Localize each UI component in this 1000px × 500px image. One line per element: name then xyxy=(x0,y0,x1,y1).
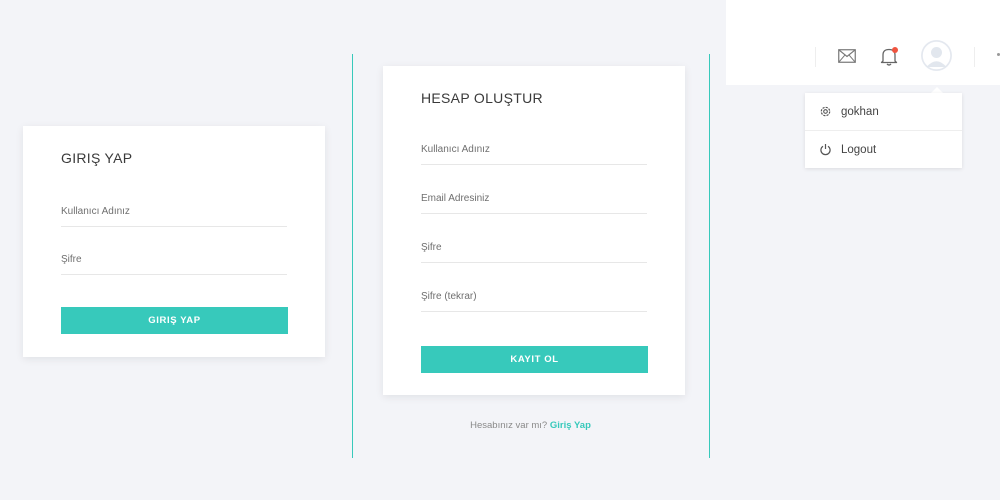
register-left-border xyxy=(352,54,353,458)
power-icon xyxy=(818,143,832,157)
login-password-input[interactable] xyxy=(61,248,287,270)
topbar-separator xyxy=(815,47,816,67)
register-email-input[interactable] xyxy=(421,187,647,209)
dropdown-item-logout[interactable]: Logout xyxy=(805,131,962,168)
register-password-field[interactable] xyxy=(421,236,647,263)
dropdown-item-label: Logout xyxy=(841,143,877,156)
topbar-separator-right xyxy=(974,47,975,67)
register-password-repeat-input[interactable] xyxy=(421,285,647,307)
login-password-field[interactable] xyxy=(61,248,287,275)
avatar[interactable] xyxy=(921,40,952,71)
dropdown-item-label: gokhan xyxy=(841,105,879,118)
login-username-input[interactable] xyxy=(61,200,287,222)
register-right-border xyxy=(709,54,710,458)
register-footer-text: Hesabınız var mı? xyxy=(470,420,548,431)
register-footer: Hesabınız var mı? Giriş Yap xyxy=(352,420,709,431)
register-username-field[interactable] xyxy=(421,138,647,165)
login-username-field[interactable] xyxy=(61,200,287,227)
login-link[interactable]: Giriş Yap xyxy=(550,420,591,431)
user-dropdown: gokhan Logout xyxy=(805,93,962,168)
login-card: GIRIŞ YAP GIRIŞ YAP xyxy=(23,126,325,357)
register-email-field[interactable] xyxy=(421,187,647,214)
topbar xyxy=(726,0,1000,85)
register-username-input[interactable] xyxy=(421,138,647,160)
login-button[interactable]: GIRIŞ YAP xyxy=(61,307,288,334)
dropdown-item-profile[interactable]: gokhan xyxy=(805,93,962,130)
register-password-repeat-field[interactable] xyxy=(421,285,647,312)
register-title: HESAP OLUŞTUR xyxy=(421,90,543,106)
mail-icon[interactable] xyxy=(838,49,856,68)
register-card: HESAP OLUŞTUR KAYIT OL xyxy=(383,66,685,395)
login-title: GIRIŞ YAP xyxy=(61,150,133,166)
register-password-input[interactable] xyxy=(421,236,647,258)
register-button[interactable]: KAYIT OL xyxy=(421,346,648,373)
notification-dot xyxy=(892,47,898,53)
gear-icon xyxy=(818,105,832,119)
